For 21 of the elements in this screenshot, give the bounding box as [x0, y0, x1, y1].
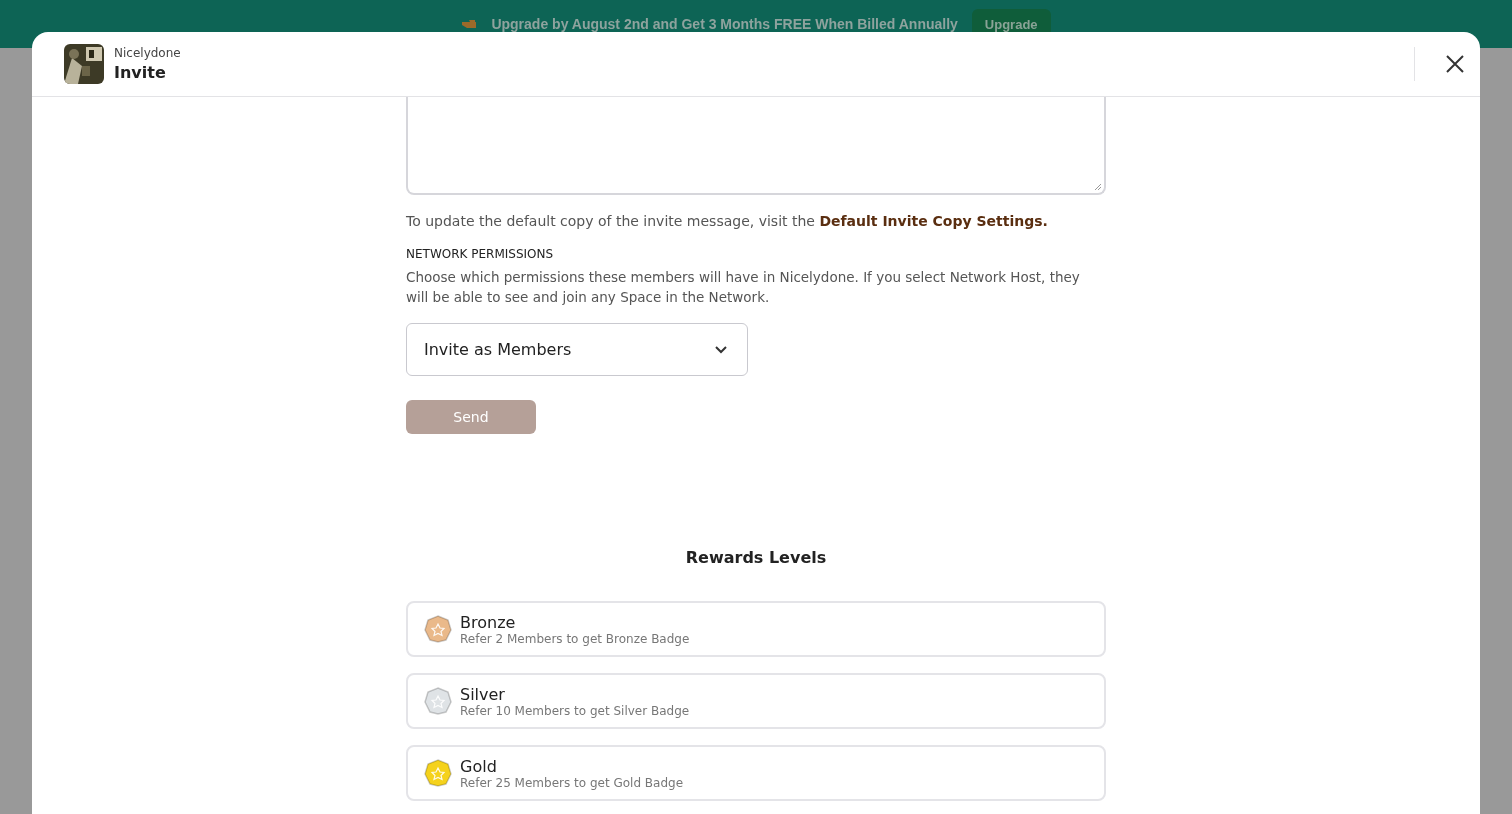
settings-link[interactable]: Default Invite Copy Settings.	[819, 213, 1048, 229]
close-icon	[1446, 55, 1464, 73]
resize-handle-icon[interactable]	[1094, 183, 1102, 191]
pointing-hand-icon	[461, 18, 478, 30]
chevron-icon	[715, 345, 727, 354]
close-button[interactable]	[1414, 47, 1464, 81]
reward-name: Silver	[460, 684, 506, 704]
message-field[interactable]	[406, 97, 1106, 195]
permission-select[interactable]: Invite as Members	[406, 323, 748, 376]
reward-description: Refer 25 Members to get Gold Badge	[460, 775, 684, 790]
reward-description: Refer 10 Members to get Silver Badge	[460, 703, 690, 718]
reward-description: Refer 2 Members to get Bronze Badge	[460, 631, 690, 646]
section-heading: NETWORK PERMISSIONS	[406, 247, 555, 261]
help-text: To update the default copy of the invite message, visit the Default Invite Copy Settings.	[406, 213, 1049, 229]
permissions-description: Choose which permissions these members will have in Nicelydone. If you select Network Host, they will be able to see and join any Space in the Network.	[406, 268, 1081, 307]
rewards-title: Rewards Levels	[684, 548, 828, 567]
dialog-title: Invite	[114, 63, 167, 82]
reward-name: Gold	[460, 756, 498, 776]
reward-name: Bronze	[460, 612, 517, 632]
banner-text: Upgrade by August 2nd and Get 3 Months FREE When Billed Annually	[491, 16, 958, 32]
network-name: Nicelydone	[114, 46, 182, 60]
